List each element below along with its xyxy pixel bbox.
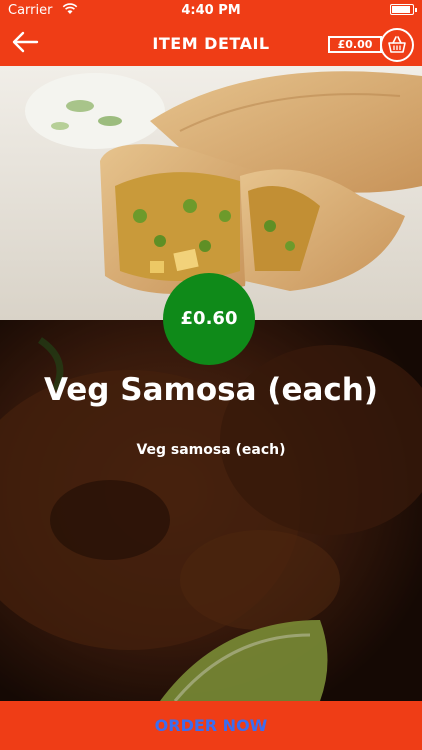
order-now-button[interactable]: ORDER NOW: [0, 701, 422, 750]
nav-bar: ITEM DETAIL £0.00: [0, 22, 422, 66]
cart-button[interactable]: £0.00: [328, 28, 414, 62]
battery-icon: [390, 4, 417, 15]
basket-icon: [388, 36, 406, 53]
cart-badge: [380, 28, 414, 62]
order-now-label: ORDER NOW: [154, 716, 268, 735]
item-title: Veg Samosa (each): [43, 372, 379, 408]
price-badge: £0.60: [163, 273, 255, 365]
app-header: Carrier 4:40 PM ITEM DETAIL £0.00: [0, 0, 422, 66]
cart-total: £0.00: [328, 36, 382, 53]
status-bar: Carrier 4:40 PM: [0, 0, 422, 22]
item-description: Veg samosa (each): [136, 442, 286, 458]
status-time: 4:40 PM: [181, 3, 241, 18]
